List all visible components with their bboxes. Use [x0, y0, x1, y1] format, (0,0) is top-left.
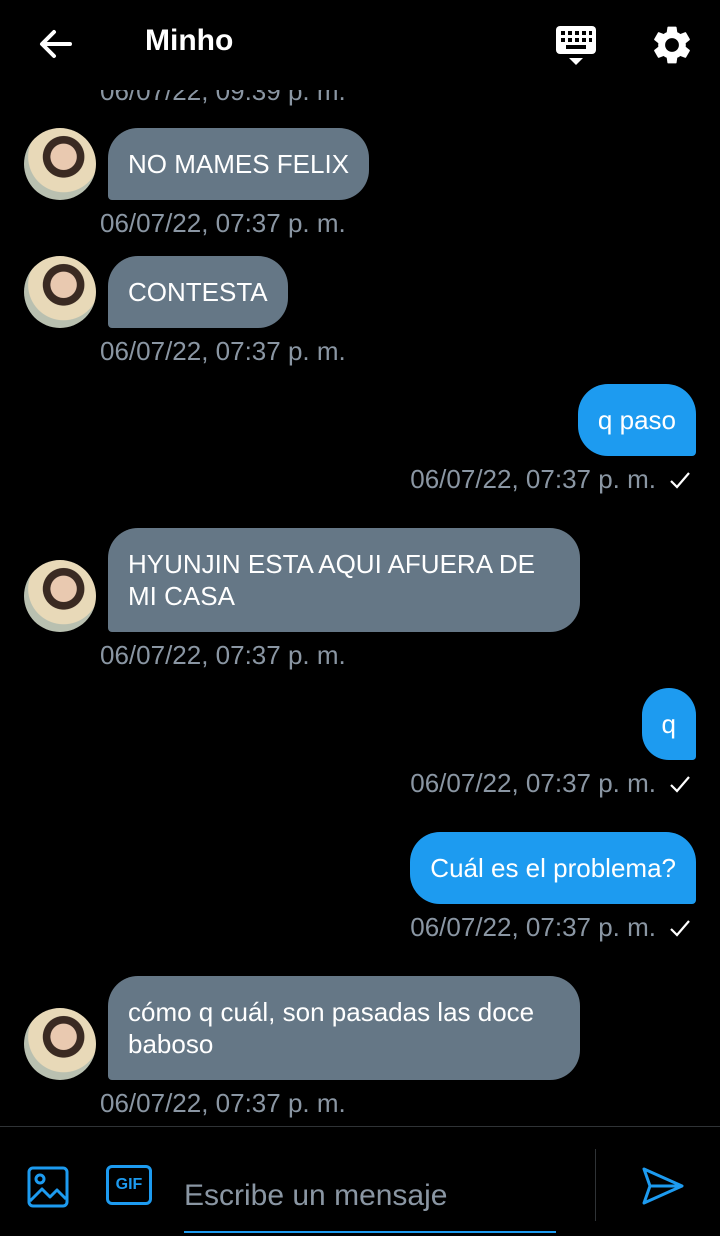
check-icon — [670, 775, 690, 793]
avatar[interactable] — [24, 128, 96, 200]
message-bubble[interactable]: q paso — [577, 384, 696, 456]
avatar[interactable] — [24, 560, 96, 632]
header: Minho — [0, 0, 720, 90]
message-bubble[interactable]: NO MAMES FELIX — [108, 128, 370, 200]
message-timestamp: 06/07/22, 07:37 p. m. — [410, 768, 656, 798]
gear-icon — [654, 26, 690, 64]
conversation-title: Minho — [145, 24, 234, 57]
message-status: 06/07/22, 07:37 p. m. — [410, 464, 692, 495]
send-icon — [642, 1167, 684, 1205]
message-timestamp: 06/07/22, 07:37 p. m. — [410, 464, 656, 494]
message-composer: GIF — [0, 1126, 720, 1236]
avatar[interactable] — [24, 256, 96, 328]
message-bubble[interactable]: cómo q cuál, son pasadas las doce baboso — [108, 976, 580, 1080]
add-image-button[interactable] — [26, 1165, 70, 1209]
message-timestamp: 06/07/22, 07:37 p. m. — [100, 208, 346, 238]
message-bubble[interactable]: Cuál es el problema? — [410, 832, 696, 904]
message-timestamp: 06/07/22, 07:37 p. m. — [100, 640, 346, 670]
message-status: 06/07/22, 07:37 p. m. — [410, 912, 692, 943]
message-bubble[interactable]: CONTESTA — [108, 256, 288, 328]
message-bubble[interactable]: q — [641, 688, 696, 760]
keyboard-icon — [556, 26, 596, 65]
send-button[interactable] — [640, 1163, 686, 1209]
divider — [595, 1149, 596, 1221]
arrow-left-icon — [40, 30, 72, 58]
settings-button[interactable] — [649, 22, 695, 68]
keyboard-button[interactable] — [554, 24, 600, 70]
back-button[interactable] — [34, 22, 78, 66]
check-icon — [670, 471, 690, 489]
image-icon — [27, 1166, 69, 1208]
message-timestamp: 06/07/22, 09:39 p. m. — [100, 90, 346, 106]
message-input[interactable] — [184, 1161, 556, 1233]
message-bubble[interactable]: HYUNJIN ESTA AQUI AFUERA DE MI CASA — [108, 528, 580, 632]
message-status: 06/07/22, 07:37 p. m. — [410, 768, 692, 799]
avatar[interactable] — [24, 1008, 96, 1080]
dm-screen: Minho 06/07/22, 09:39 p. m. NO MAMES FEL… — [0, 0, 720, 1236]
message-timestamp: 06/07/22, 07:37 p. m. — [100, 336, 346, 366]
message-timestamp: 06/07/22, 07:37 p. m. — [410, 912, 656, 942]
message-timestamp: 06/07/22, 07:37 p. m. — [100, 1088, 346, 1118]
gif-button[interactable]: GIF — [106, 1165, 152, 1205]
message-list[interactable]: 06/07/22, 09:39 p. m. NO MAMES FELIX 06/… — [0, 90, 720, 1126]
check-icon — [670, 919, 690, 937]
